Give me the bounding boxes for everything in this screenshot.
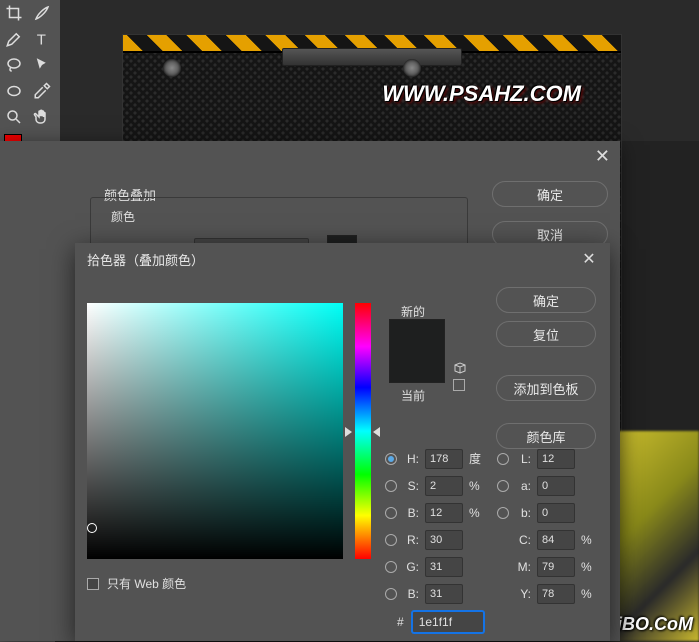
color-field-cursor: [87, 523, 97, 533]
current-label: 当前: [401, 387, 425, 404]
web-only-label: 只有 Web 颜色: [107, 575, 186, 592]
lb-radio[interactable]: [497, 507, 509, 519]
rb-radio[interactable]: [385, 588, 397, 600]
s-label: S:: [403, 479, 419, 493]
b-input[interactable]: [425, 503, 463, 523]
g-input[interactable]: [425, 557, 463, 577]
b-label: B:: [403, 506, 419, 520]
c-label: C:: [515, 533, 531, 547]
y-label: Y:: [515, 587, 531, 601]
svg-text:T: T: [37, 31, 46, 48]
rb-label: B:: [403, 587, 419, 601]
new-current-swatch[interactable]: [389, 319, 445, 383]
b-unit: %: [469, 506, 483, 520]
hue-arrow-left-icon: [345, 427, 352, 437]
picker-titlebar: 拾色器（叠加颜色） ✕: [75, 243, 610, 275]
a-radio[interactable]: [497, 480, 509, 492]
m-unit: %: [581, 560, 595, 574]
pen-tool[interactable]: [0, 26, 28, 52]
l-input[interactable]: [537, 449, 575, 469]
g-label: G:: [403, 560, 419, 574]
lb-label: b:: [515, 506, 531, 520]
lasso-tool[interactable]: [0, 52, 28, 78]
crop-tool[interactable]: [0, 0, 28, 26]
s-unit: %: [469, 479, 483, 493]
reset-button[interactable]: 复位: [496, 321, 596, 347]
l-label: L:: [515, 452, 531, 466]
b-radio[interactable]: [385, 507, 397, 519]
bg-blur: [609, 431, 699, 641]
zoom-tool[interactable]: [0, 104, 28, 130]
path-select-tool[interactable]: [28, 52, 56, 78]
r-input[interactable]: [425, 530, 463, 550]
g-radio[interactable]: [385, 561, 397, 573]
type-tool[interactable]: T: [28, 26, 56, 52]
ok-button[interactable]: 确定: [496, 287, 596, 313]
plate-top: [282, 48, 462, 66]
color-field[interactable]: [87, 303, 343, 559]
h-radio[interactable]: [385, 453, 397, 465]
ok-button[interactable]: 确定: [492, 181, 608, 207]
rivet-icon: [403, 59, 421, 77]
m-label: M:: [515, 560, 531, 574]
eyedropper-tool[interactable]: [28, 78, 56, 104]
cube-icon[interactable]: [453, 361, 467, 375]
close-icon[interactable]: ✕: [595, 146, 610, 167]
subsection-title: 颜色: [111, 208, 453, 225]
c-input[interactable]: [537, 530, 575, 550]
picker-title: 拾色器（叠加颜色）: [87, 250, 204, 269]
close-icon[interactable]: ✕: [580, 250, 598, 268]
watermark-url: WWW.PSAHZ.COM: [382, 81, 581, 107]
dialog-titlebar: ✕: [0, 141, 620, 171]
h-label: H:: [403, 452, 419, 466]
hue-arrow-right-icon: [373, 427, 380, 437]
rb-input[interactable]: [425, 584, 463, 604]
shape-tool[interactable]: [0, 78, 28, 104]
h-input[interactable]: [425, 449, 463, 469]
r-label: R:: [403, 533, 419, 547]
hue-slider[interactable]: [355, 303, 371, 559]
m-input[interactable]: [537, 557, 575, 577]
hex-input[interactable]: [412, 611, 484, 633]
hand-tool[interactable]: [28, 104, 56, 130]
y-input[interactable]: [537, 584, 575, 604]
new-color-half: [390, 320, 444, 351]
c-unit: %: [581, 533, 595, 547]
web-only-checkbox[interactable]: [87, 578, 99, 590]
current-color-half: [390, 351, 444, 382]
add-swatch-button[interactable]: 添加到色板: [496, 375, 596, 401]
rivet-icon: [163, 59, 181, 77]
a-label: a:: [515, 479, 531, 493]
color-picker-dialog: 拾色器（叠加颜色） ✕ 新的 当前 确定 复位 添加到色板 颜色库: [75, 243, 610, 641]
brush-tool[interactable]: [28, 0, 56, 26]
s-input[interactable]: [425, 476, 463, 496]
lb-input[interactable]: [537, 503, 575, 523]
y-unit: %: [581, 587, 595, 601]
square-icon[interactable]: [453, 379, 465, 391]
s-radio[interactable]: [385, 480, 397, 492]
r-radio[interactable]: [385, 534, 397, 546]
l-radio[interactable]: [497, 453, 509, 465]
new-label: 新的: [401, 303, 425, 320]
hex-label: #: [397, 615, 404, 629]
tool-panel: T: [0, 0, 60, 141]
a-input[interactable]: [537, 476, 575, 496]
h-unit: 度: [469, 450, 483, 467]
